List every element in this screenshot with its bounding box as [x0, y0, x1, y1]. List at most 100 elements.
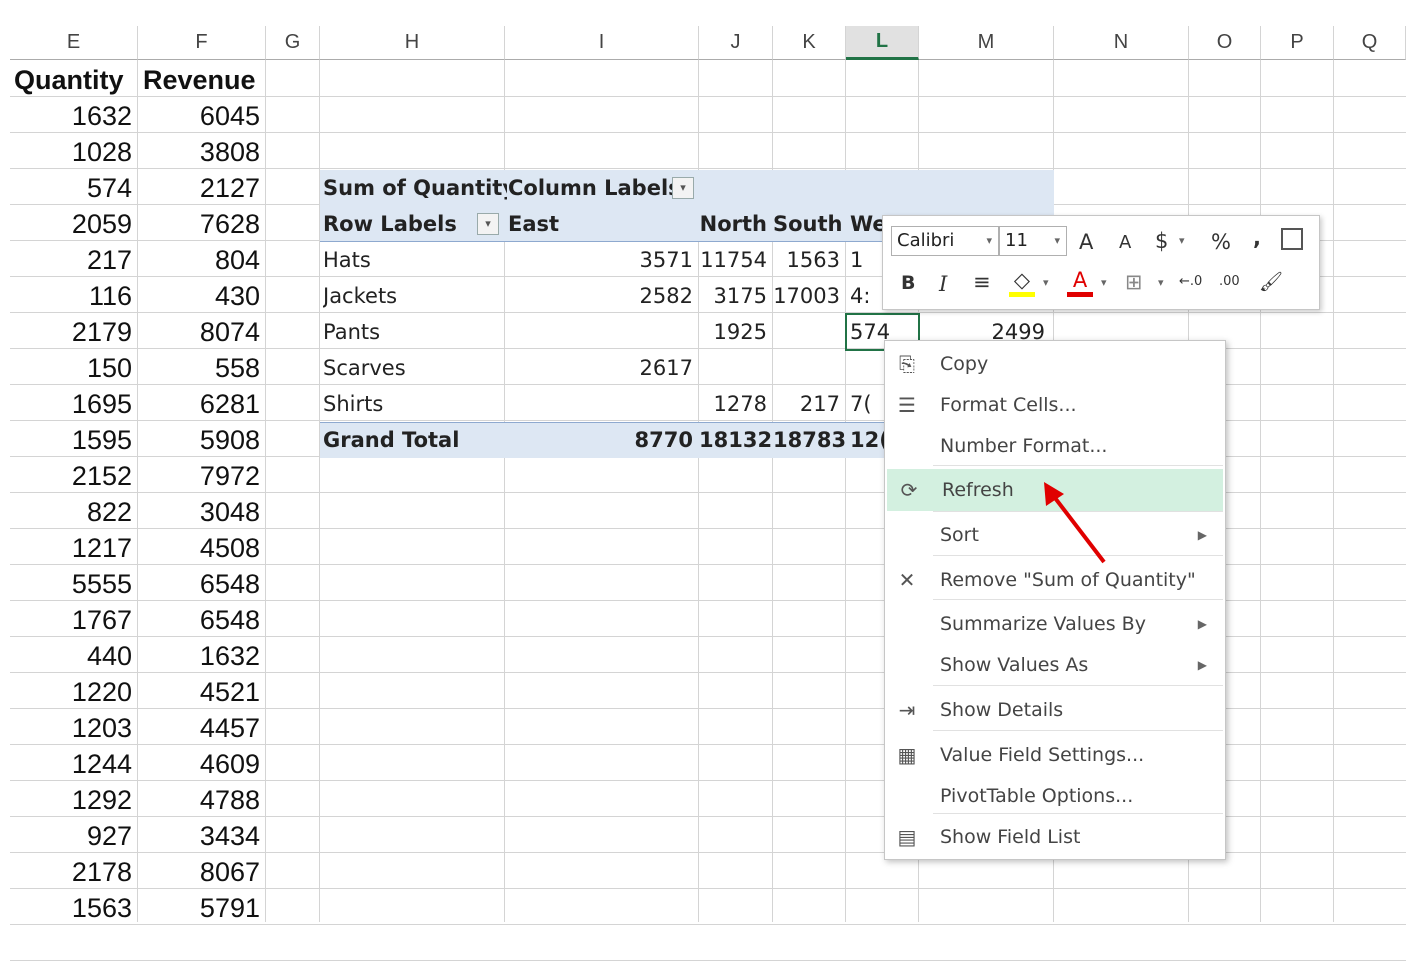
pivot-cell-east[interactable]: 2582	[505, 278, 699, 314]
chevron-down-icon[interactable]: ▾	[1179, 234, 1185, 247]
source-quantity-cell[interactable]: 2152	[10, 458, 138, 494]
pivot-cell-label[interactable]: Jackets	[323, 278, 503, 314]
source-quantity-cell[interactable]: 2179	[10, 314, 138, 350]
chevron-down-icon[interactable]: ▾	[1054, 227, 1060, 255]
menu-item-pivottable-options[interactable]: PivotTable Options...	[885, 775, 1225, 817]
pivot-cell-label[interactable]: Shirts	[323, 386, 503, 422]
pivot-cell-north[interactable]: 1925	[699, 314, 773, 350]
pivot-value-label[interactable]: Sum of Quantity	[323, 170, 507, 206]
column-header-g[interactable]: G	[266, 26, 320, 60]
source-quantity-cell[interactable]: 116	[10, 278, 138, 314]
source-quantity-cell[interactable]: 1695	[10, 386, 138, 422]
menu-item-remove-sum-of-quantity[interactable]: ✕ Remove "Sum of Quantity"	[885, 559, 1225, 601]
source-revenue-cell[interactable]: 4457	[138, 710, 266, 746]
source-quantity-cell[interactable]: 1217	[10, 530, 138, 566]
pivot-cell-north[interactable]: 3175	[699, 278, 773, 314]
font-grow-icon[interactable]: A	[1079, 230, 1093, 254]
row-labels-filter-button[interactable]: ▾	[477, 213, 499, 235]
italic-icon[interactable]: I	[939, 272, 947, 296]
pivot-cell-east[interactable]: 3571	[505, 242, 699, 278]
source-quantity-cell[interactable]: 822	[10, 494, 138, 530]
source-revenue-cell[interactable]: 6045	[138, 98, 266, 134]
format-painter-icon[interactable]: 🖌	[1259, 270, 1283, 293]
source-quantity-cell[interactable]: 2059	[10, 206, 138, 242]
font-color-icon[interactable]: A	[1067, 268, 1093, 297]
pivot-cell-south[interactable]: 17003	[773, 278, 846, 314]
column-header-m[interactable]: M	[919, 26, 1054, 60]
source-revenue-cell[interactable]: 4521	[138, 674, 266, 710]
source-quantity-cell[interactable]: 1220	[10, 674, 138, 710]
source-revenue-cell[interactable]: 5908	[138, 422, 266, 458]
menu-item-copy[interactable]: ⎘ Copy	[885, 343, 1225, 385]
menu-item-format-cells[interactable]: ☰ Format Cells...	[885, 384, 1225, 426]
column-labels-filter-button[interactable]: ▾	[672, 177, 694, 199]
font-shrink-icon[interactable]: A	[1119, 232, 1131, 253]
column-header-h[interactable]: H	[320, 26, 505, 60]
column-header-f[interactable]: F	[138, 26, 266, 60]
bold-icon[interactable]: B	[901, 272, 915, 294]
header-quantity[interactable]: Quantity	[14, 62, 138, 98]
source-quantity-cell[interactable]: 1767	[10, 602, 138, 638]
column-header-p[interactable]: P	[1261, 26, 1334, 60]
source-revenue-cell[interactable]: 558	[138, 350, 266, 386]
column-header-j[interactable]: J	[699, 26, 773, 60]
source-revenue-cell[interactable]: 430	[138, 278, 266, 314]
pivot-cell-north[interactable]: 1278	[699, 386, 773, 422]
pivot-total-label[interactable]: Grand Total	[323, 422, 503, 458]
menu-item-summarize-values-by[interactable]: Summarize Values By ▶	[885, 603, 1225, 645]
source-revenue-cell[interactable]: 2127	[138, 170, 266, 206]
decrease-decimal-icon[interactable]: .00	[1219, 274, 1240, 289]
source-quantity-cell[interactable]: 150	[10, 350, 138, 386]
pivot-cell-label[interactable]: Hats	[323, 242, 503, 278]
menu-item-sort[interactable]: Sort ▶	[885, 514, 1225, 556]
source-revenue-cell[interactable]: 6548	[138, 602, 266, 638]
header-revenue[interactable]: Revenue	[143, 62, 267, 98]
column-header-l[interactable]: L	[846, 26, 919, 60]
column-header-e[interactable]: E	[10, 26, 138, 60]
source-revenue-cell[interactable]: 4788	[138, 782, 266, 818]
chevron-down-icon[interactable]: ▾	[1158, 276, 1164, 289]
source-revenue-cell[interactable]: 4508	[138, 530, 266, 566]
source-revenue-cell[interactable]: 7628	[138, 206, 266, 242]
pivot-col-south[interactable]: South	[773, 206, 846, 242]
menu-item-show-field-list[interactable]: ▤ Show Field List	[885, 816, 1225, 858]
menu-item-show-values-as[interactable]: Show Values As ▶	[885, 644, 1225, 686]
font-name-box[interactable]: Calibri ▾	[891, 226, 999, 256]
source-revenue-cell[interactable]: 804	[138, 242, 266, 278]
pivot-cell-north[interactable]	[699, 350, 773, 386]
pivot-cell-south[interactable]: 1563	[773, 242, 846, 278]
pivot-col-north[interactable]: North	[699, 206, 773, 242]
source-quantity-cell[interactable]: 5555	[10, 566, 138, 602]
source-quantity-cell[interactable]: 440	[10, 638, 138, 674]
source-quantity-cell[interactable]: 1595	[10, 422, 138, 458]
source-quantity-cell[interactable]: 217	[10, 242, 138, 278]
currency-icon[interactable]: $	[1155, 229, 1168, 253]
source-revenue-cell[interactable]: 8067	[138, 854, 266, 890]
source-quantity-cell[interactable]: 1292	[10, 782, 138, 818]
source-revenue-cell[interactable]: 5791	[138, 890, 266, 926]
source-revenue-cell[interactable]: 3434	[138, 818, 266, 854]
pivot-total-north[interactable]: 18132	[699, 422, 773, 458]
source-revenue-cell[interactable]: 4609	[138, 746, 266, 782]
column-header-i[interactable]: I	[505, 26, 699, 60]
source-quantity-cell[interactable]: 574	[10, 170, 138, 206]
source-quantity-cell[interactable]: 1028	[10, 134, 138, 170]
source-quantity-cell[interactable]: 927	[10, 818, 138, 854]
pivot-col-east[interactable]: East	[508, 206, 688, 242]
pivot-column-labels[interactable]: Column Labels	[508, 170, 678, 206]
source-revenue-cell[interactable]: 7972	[138, 458, 266, 494]
menu-item-number-format[interactable]: Number Format...	[885, 425, 1225, 467]
column-header-q[interactable]: Q	[1334, 26, 1406, 60]
increase-decimal-icon[interactable]: ←.0	[1179, 274, 1202, 289]
chevron-down-icon[interactable]: ▾	[1043, 276, 1049, 289]
pivot-cell-south[interactable]: 217	[773, 386, 846, 422]
pivot-cell-north[interactable]: 11754	[699, 242, 773, 278]
source-quantity-cell[interactable]: 1203	[10, 710, 138, 746]
comma-icon[interactable]: ,	[1253, 226, 1261, 250]
source-revenue-cell[interactable]: 6281	[138, 386, 266, 422]
chevron-down-icon[interactable]: ▾	[986, 227, 992, 255]
source-revenue-cell[interactable]: 3048	[138, 494, 266, 530]
source-revenue-cell[interactable]: 3808	[138, 134, 266, 170]
menu-item-show-details[interactable]: ⇥ Show Details	[885, 689, 1225, 731]
source-quantity-cell[interactable]: 1632	[10, 98, 138, 134]
